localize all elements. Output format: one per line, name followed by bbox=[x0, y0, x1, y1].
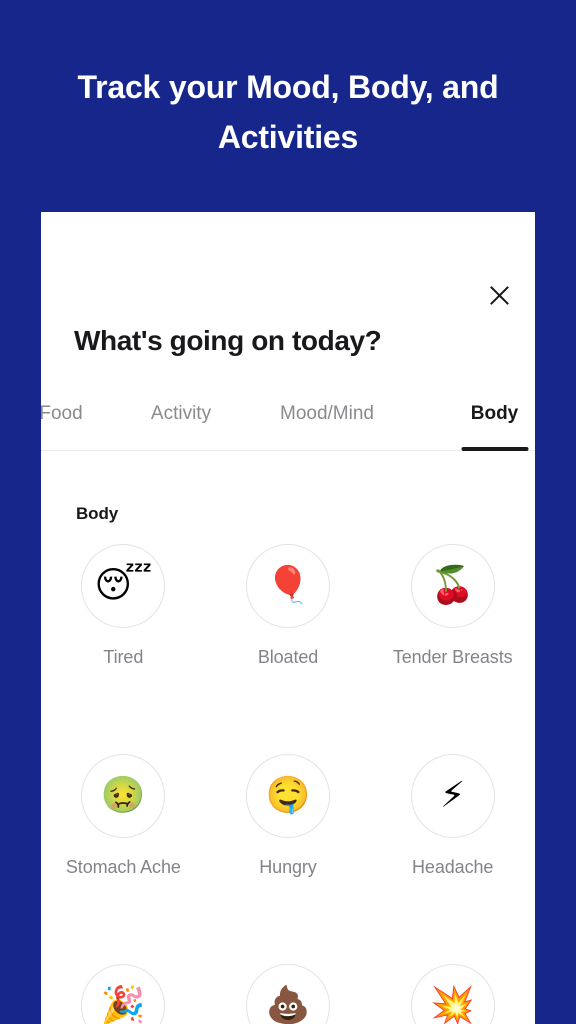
body-option-label: Tired bbox=[103, 647, 144, 667]
tab-activity[interactable]: Activity bbox=[121, 400, 241, 451]
app-screenshot: Track your Mood, Body, and Activities Wh… bbox=[0, 0, 576, 1024]
tab-body[interactable]: Body bbox=[437, 400, 535, 451]
body-option-grid: 😴 Tired 🎈 Bloated 🍒 Tender Breasts 🤢 Stomach Ac… bbox=[41, 544, 535, 1024]
sleeping-face-icon: 😴 bbox=[81, 544, 166, 628]
party-popper-icon: 🎉 bbox=[81, 964, 166, 1024]
body-option[interactable]: 🎈 Bloated bbox=[206, 544, 371, 668]
body-option[interactable]: 🤢 Stomach Ache bbox=[41, 754, 206, 878]
close-button[interactable] bbox=[482, 278, 516, 312]
body-option[interactable]: 😴 Tired bbox=[41, 544, 206, 668]
body-option-label: Tender Breasts bbox=[392, 647, 513, 667]
drooling-face-icon: 🤤 bbox=[245, 754, 330, 838]
body-option[interactable]: 🤤 Hungry bbox=[206, 754, 371, 878]
tab-bar: Food Activity Mood/Mind Body bbox=[41, 400, 535, 451]
body-option[interactable]: 💩Diarrhea bbox=[206, 964, 371, 1024]
section-title-body: Body bbox=[76, 504, 119, 523]
nauseated-face-icon: 🤢 bbox=[81, 754, 166, 838]
cherries-icon: 🍒 bbox=[410, 544, 495, 628]
tab-food-label: Food bbox=[41, 403, 83, 424]
close-x-icon bbox=[489, 285, 509, 305]
tracking-modal-card: What's going on today? Food Activity Moo… bbox=[41, 212, 535, 1024]
tab-body-label: Body bbox=[470, 403, 519, 424]
body-option-label: Bloated bbox=[257, 647, 319, 667]
body-option-label: Stomach Ache bbox=[65, 857, 181, 877]
body-option[interactable]: 🍒 Tender Breasts bbox=[370, 544, 535, 668]
pile-of-poo-icon: 💩 bbox=[245, 964, 330, 1024]
body-option[interactable]: ⚡ Headache bbox=[370, 754, 535, 878]
tab-mood-mind-label: Mood/Mind bbox=[280, 403, 374, 424]
body-option-label: Headache bbox=[412, 857, 494, 877]
body-option[interactable]: 🎉Energetic bbox=[41, 964, 206, 1024]
collision-icon: 💥 bbox=[410, 964, 495, 1024]
body-option[interactable]: 💥Cramps bbox=[370, 964, 535, 1024]
tab-activity-label: Activity bbox=[150, 403, 212, 424]
body-option-label: Hungry bbox=[259, 857, 317, 877]
tab-food[interactable]: Food bbox=[41, 400, 109, 451]
promo-heading: Track your Mood, Body, and Activities bbox=[77, 69, 499, 155]
tab-mood-mind[interactable]: Mood/Mind bbox=[253, 400, 401, 451]
tab-active-indicator bbox=[461, 447, 528, 451]
modal-title: What's going on today? bbox=[74, 325, 382, 356]
high-voltage-icon: ⚡ bbox=[410, 754, 495, 838]
balloon-icon: 🎈 bbox=[245, 544, 330, 628]
